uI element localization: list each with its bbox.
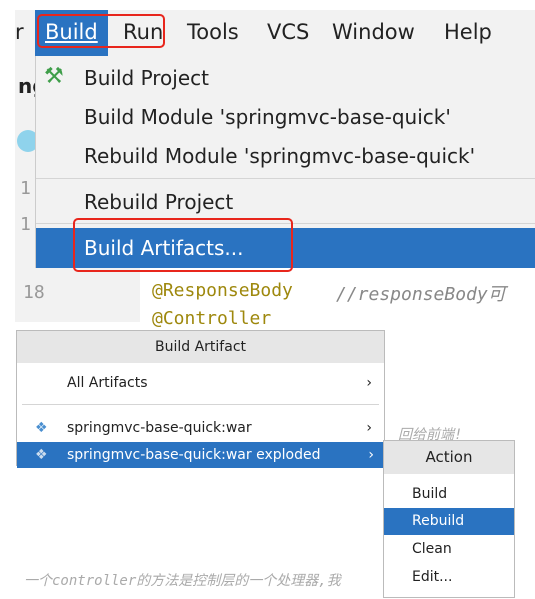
menu-help[interactable]: Help: [444, 18, 492, 46]
line-number: 1: [20, 214, 31, 235]
artifact-icon: ❖: [35, 420, 48, 436]
build-artifact-popup: Build Artifact All Artifacts › ❖ springm…: [16, 330, 386, 468]
menu-partial: r: [15, 20, 24, 44]
action-rebuild[interactable]: Rebuild: [384, 508, 514, 535]
background-text: 一个controller的方法是控制层的一个处理器,我: [24, 573, 341, 589]
code-comment: //responseBody可: [336, 284, 506, 305]
action-edit[interactable]: Edit...: [384, 564, 514, 591]
menu-vcs[interactable]: VCS: [267, 18, 309, 46]
action-clean[interactable]: Clean: [384, 536, 514, 563]
divider: [22, 404, 379, 405]
action-build[interactable]: Build: [384, 481, 514, 508]
line-number: 18: [23, 282, 45, 303]
divider: [36, 178, 535, 179]
popup-title: Build Artifact: [17, 331, 384, 363]
menu-tools[interactable]: Tools: [187, 18, 239, 46]
highlight-box: [37, 14, 165, 48]
action-popup: Action Build Rebuild Clean Edit...: [383, 440, 515, 598]
popup-title: Action: [384, 441, 514, 474]
code-annotation: @ResponseBody: [152, 280, 293, 301]
chevron-right-icon: ›: [366, 375, 372, 391]
menu-item-rebuild-project[interactable]: Rebuild Project: [84, 189, 233, 215]
menu-item-build-module[interactable]: Build Module 'springmvc-base-quick': [84, 104, 451, 130]
menu-item-rebuild-module[interactable]: Rebuild Module 'springmvc-base-quick': [84, 143, 475, 169]
menu-item-build-project[interactable]: Build Project: [84, 65, 209, 91]
item-label: All Artifacts: [67, 375, 148, 391]
popup-item-war-exploded[interactable]: ❖ springmvc-base-quick:war exploded ›: [17, 442, 386, 468]
popup-item-war[interactable]: ❖ springmvc-base-quick:war ›: [17, 415, 384, 441]
chevron-right-icon: ›: [366, 420, 372, 436]
popup-item-all-artifacts[interactable]: All Artifacts ›: [17, 370, 384, 396]
menu-window[interactable]: Window: [332, 18, 415, 46]
code-editor[interactable]: @ResponseBody //responseBody可 @Controlle…: [140, 268, 535, 329]
artifact-icon: ❖: [35, 447, 48, 463]
chevron-right-icon: ›: [368, 447, 374, 463]
highlight-box: [73, 218, 293, 272]
hammer-icon: ⚒: [44, 64, 64, 89]
item-label: springmvc-base-quick:war exploded: [67, 447, 321, 463]
item-label: springmvc-base-quick:war: [67, 420, 252, 436]
code-annotation: @Controller: [152, 308, 272, 329]
line-number: 1: [20, 178, 31, 199]
